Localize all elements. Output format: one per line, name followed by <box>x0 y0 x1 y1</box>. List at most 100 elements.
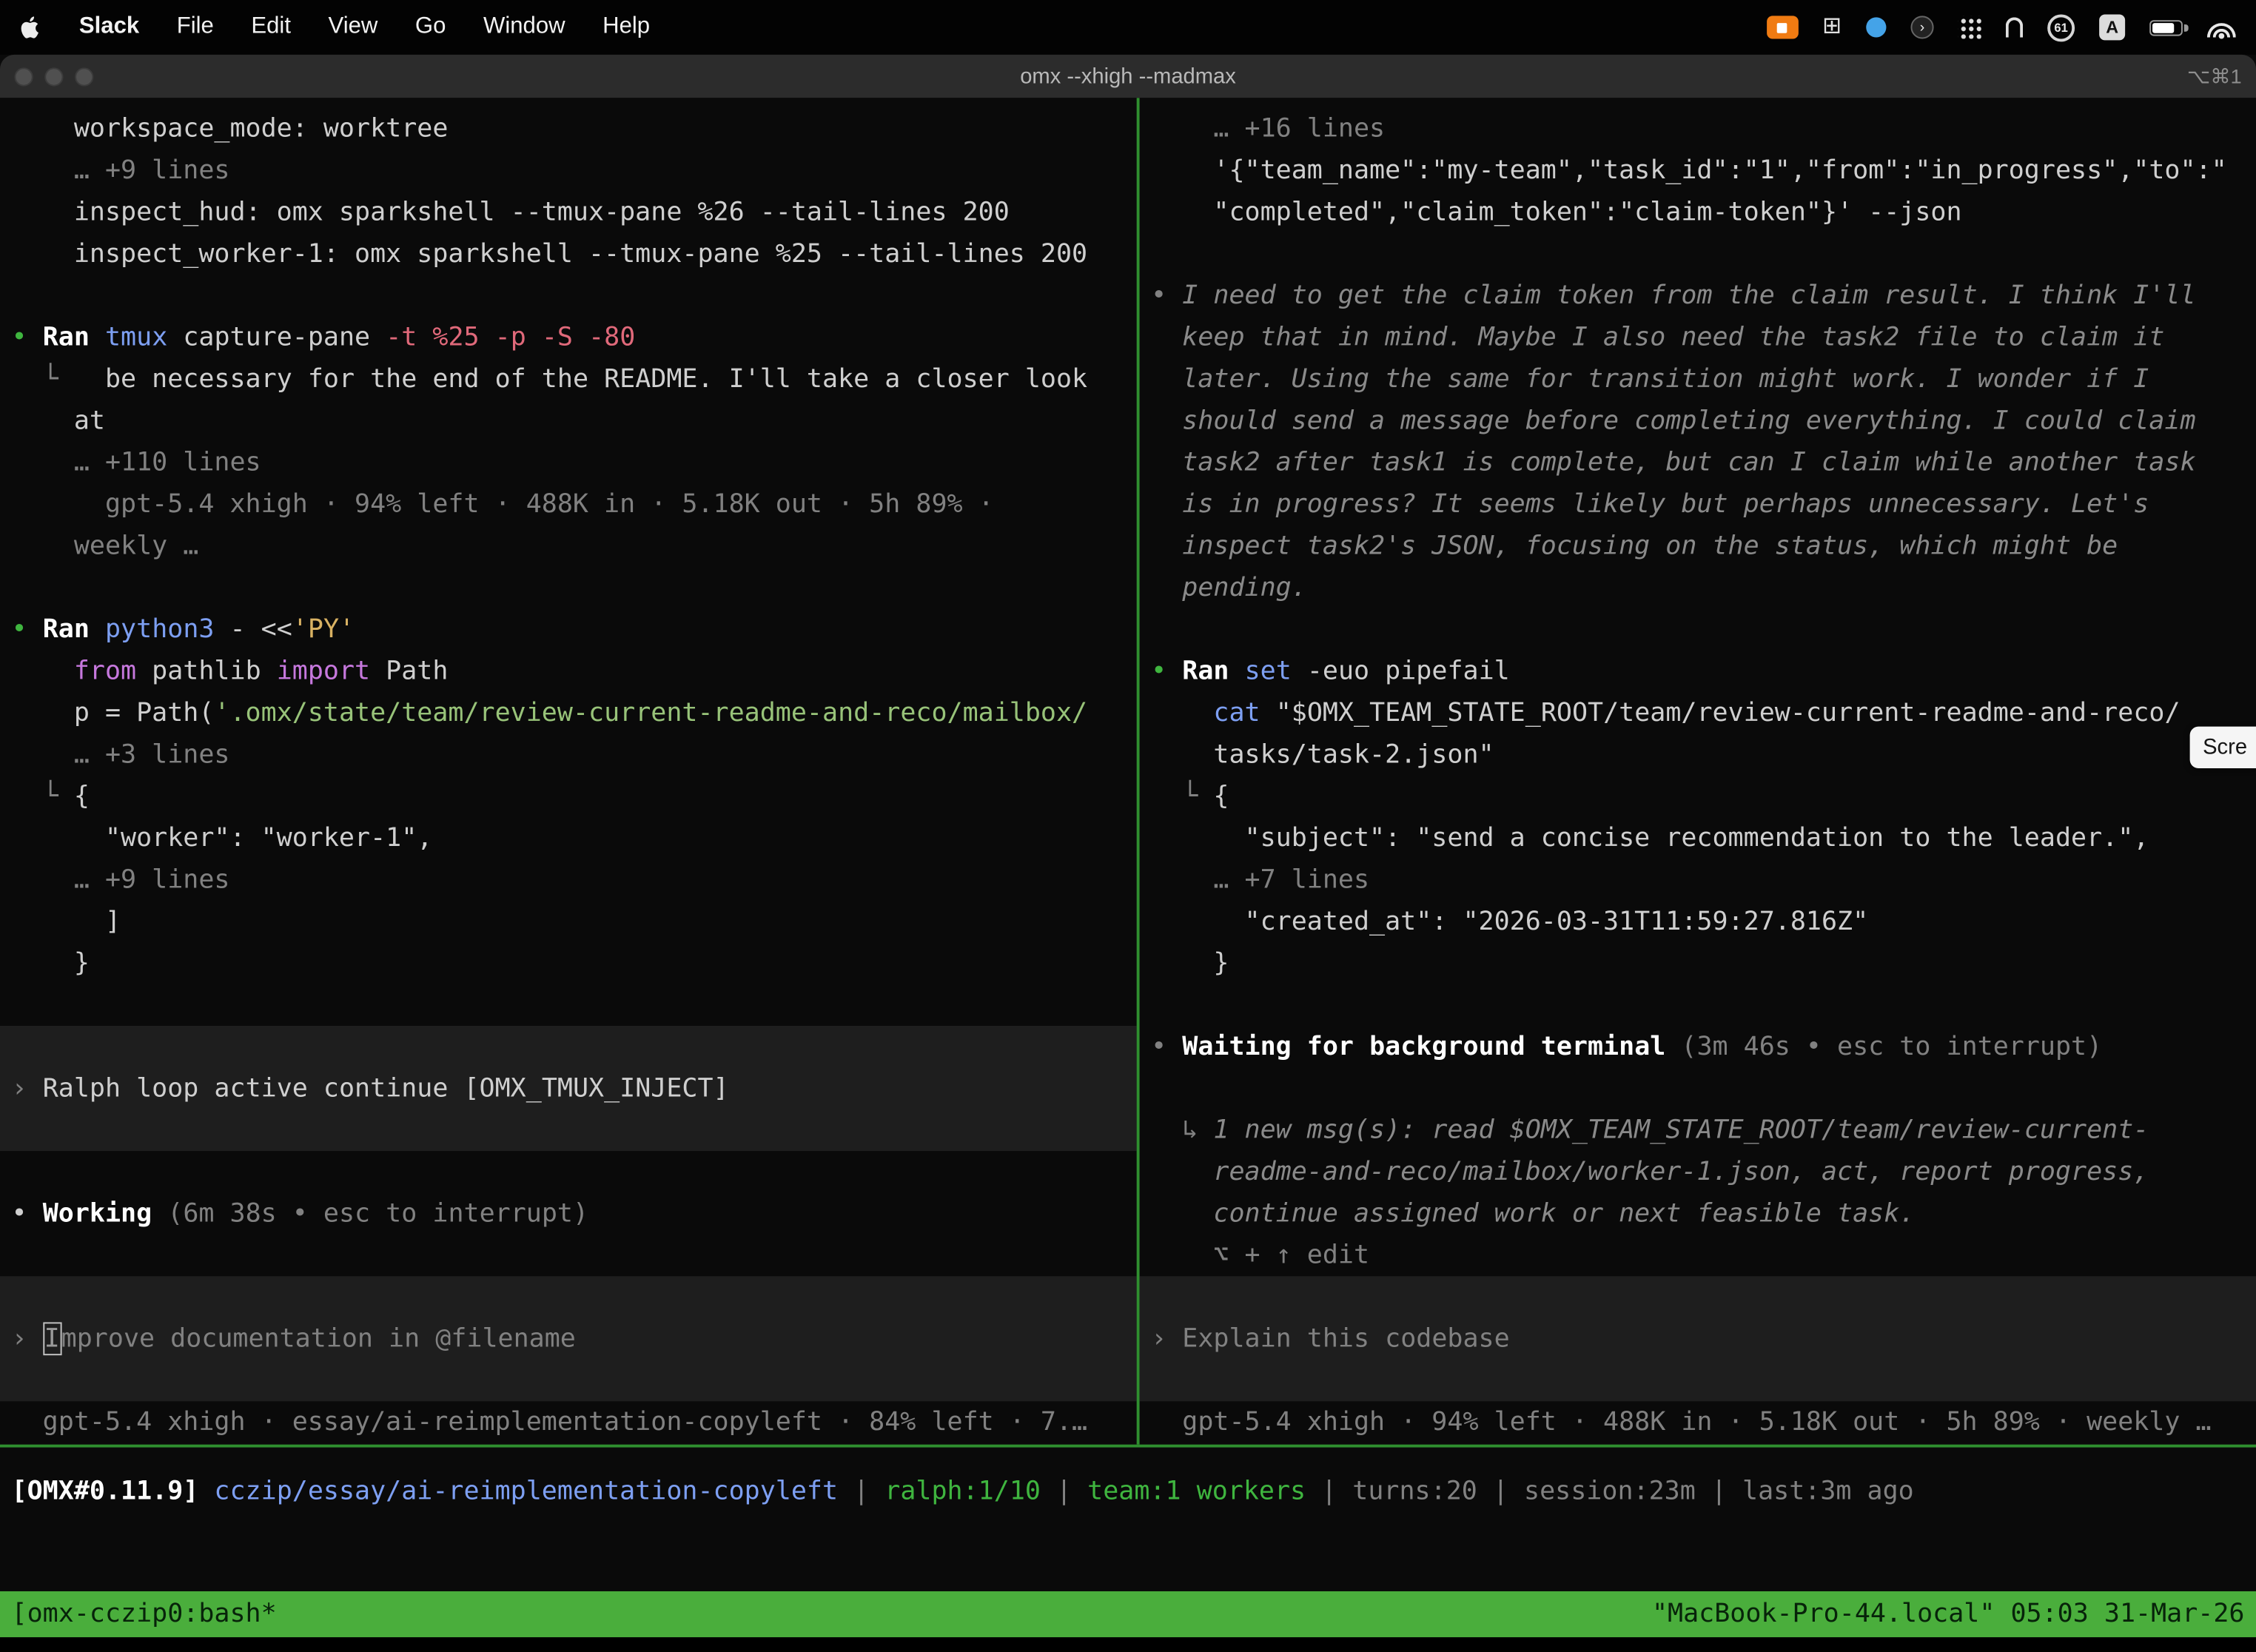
bottom-gap <box>0 1637 2256 1651</box>
blank-line <box>0 567 1137 608</box>
terminal-content: workspace_mode: worktree … +9 lines insp… <box>0 98 2256 1444</box>
terminal-line: … +16 lines <box>1140 108 2256 150</box>
menu-bar-left: Slack File Edit View Go Window Help <box>20 14 650 40</box>
terminal-line: └ { <box>0 776 1137 817</box>
menu-item-help[interactable]: Help <box>602 14 650 40</box>
blank-line <box>1140 1067 2256 1109</box>
tmux-status-bar: [omx-cczip0:bash* "MacBook-Pro-44.local"… <box>0 1591 2256 1637</box>
terminal-line: tasks/task-2.json" <box>1140 733 2256 775</box>
gauge-icon[interactable]: 61 <box>2047 13 2075 41</box>
blank-line <box>0 1235 1137 1276</box>
composer-input[interactable]: › Ralph loop active continue [OMX_TMUX_I… <box>0 1026 1137 1151</box>
tmux-host-and-clock: "MacBook-Pro-44.local" 05:03 31-Mar-26 <box>1652 1591 2245 1637</box>
terminal-line: inspect_worker-1: omx sparkshell --tmux-… <box>0 233 1137 275</box>
window-title: omx --xhigh --madmax <box>0 64 2256 89</box>
close-button[interactable] <box>14 67 33 85</box>
terminal-line: "worker": "worker-1", <box>0 817 1137 859</box>
menu-bar: Slack File Edit View Go Window Help ⊞ › 61 A <box>0 0 2256 55</box>
menu-item-window[interactable]: Window <box>483 14 565 40</box>
zoom-button[interactable] <box>75 67 93 85</box>
composer-input[interactable]: › Explain this codebase <box>1140 1276 2256 1401</box>
apple-icon <box>20 14 41 40</box>
apple-menu[interactable] <box>20 14 41 40</box>
terminal-line: "subject": "send a concise recommendatio… <box>1140 817 2256 859</box>
terminal-line: gpt-5.4 xhigh · essay/ai-reimplementatio… <box>0 1401 1137 1443</box>
ghost-icon[interactable] <box>2006 17 2023 37</box>
terminal-line: … +7 lines <box>1140 859 2256 901</box>
traffic-lights <box>0 67 93 85</box>
blank-line <box>0 984 1137 1026</box>
blank-line <box>0 1151 1137 1192</box>
menu-item-go[interactable]: Go <box>415 14 446 40</box>
terminal-app-icon[interactable]: › <box>1910 16 1933 38</box>
screen-overlay-tooltip: Scre <box>2190 727 2256 768</box>
terminal-line: from pathlib import Path <box>0 651 1137 692</box>
drop-icon[interactable] <box>1866 17 1886 37</box>
blank-line <box>1140 233 2256 275</box>
terminal-line: later. Using the same for transition mig… <box>1140 358 2256 400</box>
terminal-line: ⌥ + ↑ edit <box>1140 1235 2256 1276</box>
terminal-line: should send a message before completing … <box>1140 400 2256 441</box>
menu-item-edit[interactable]: Edit <box>251 14 291 40</box>
menu-items: File Edit View Go Window Help <box>177 14 650 40</box>
bottom-spacer <box>0 1512 2256 1591</box>
dots-grid-icon[interactable] <box>1958 16 1981 38</box>
blank-line <box>1140 608 2256 650</box>
blank-line <box>0 275 1137 316</box>
wifi-icon[interactable] <box>2207 16 2236 38</box>
terminal-line: workspace_mode: worktree <box>0 108 1137 150</box>
terminal-line: is in progress? It seems likely but perh… <box>1140 483 2256 525</box>
battery-icon[interactable] <box>2149 19 2183 35</box>
terminal-line: … +9 lines <box>0 859 1137 901</box>
screen: Slack FileEditViewGoWindowHelp ⊞ › 61 A … <box>0 0 2256 1652</box>
terminal-line: ] <box>0 901 1137 942</box>
terminal-line: } <box>0 942 1137 984</box>
terminal-line: weekly … <box>0 526 1137 567</box>
terminal-line: … +110 lines <box>0 442 1137 483</box>
terminal-line: task2 after task1 is complete, but can I… <box>1140 442 2256 483</box>
terminal-line: gpt-5.4 xhigh · 94% left · 488K in · 5.1… <box>1140 1401 2256 1443</box>
menu-item-view[interactable]: View <box>329 14 378 40</box>
hud-divider <box>0 1445 2256 1448</box>
menu-item-file[interactable]: File <box>177 14 214 40</box>
terminal-line: pending. <box>1140 567 2256 608</box>
terminal-line: … +3 lines <box>0 733 1137 775</box>
terminal-line: p = Path('.omx/state/team/review-current… <box>0 692 1137 733</box>
left-pane[interactable]: workspace_mode: worktree … +9 lines insp… <box>0 98 1137 1444</box>
blank-line <box>1140 984 2256 1026</box>
terminal-line: } <box>1140 942 2256 984</box>
screen-recording-indicator[interactable] <box>1766 16 1798 38</box>
omx-status-line: [OMX#0.11.9] cczip/essay/ai-reimplementa… <box>0 1471 2256 1512</box>
terminal-line: • I need to get the claim token from the… <box>1140 275 2256 316</box>
right-pane[interactable]: … +16 lines '{"team_name":"my-team","tas… <box>1140 98 2256 1444</box>
composer-input[interactable]: › Improve documentation in @filename <box>0 1276 1137 1401</box>
terminal-line: '{"team_name":"my-team","task_id":"1","f… <box>1140 150 2256 191</box>
terminal-line: • Ran tmux capture-pane -t %25 -p -S -80 <box>0 317 1137 358</box>
window-title-bar[interactable]: omx --xhigh --madmax ⌥⌘1 <box>0 55 2256 98</box>
terminal-line: gpt-5.4 xhigh · 94% left · 488K in · 5.1… <box>0 483 1137 525</box>
terminal-line: at <box>0 400 1137 441</box>
terminal-line: keep that in mind. Maybe I also need the… <box>1140 317 2256 358</box>
terminal-line: ↳ 1 new msg(s): read $OMX_TEAM_STATE_ROO… <box>1140 1109 2256 1151</box>
menubar-status-icons: ⊞ › 61 A <box>1766 13 2236 41</box>
minimize-button[interactable] <box>44 67 63 85</box>
gauge-value: 61 <box>2054 20 2067 34</box>
input-source-label: A <box>2106 17 2118 37</box>
terminal-line: inspect task2's JSON, focusing on the st… <box>1140 526 2256 567</box>
terminal-line: • Ran set -euo pipefail <box>1140 651 2256 692</box>
text-cursor: I <box>43 1322 61 1355</box>
grid-icon[interactable]: ⊞ <box>1822 16 1842 38</box>
terminal-line: … +9 lines <box>0 150 1137 191</box>
terminal-line: • Waiting for background terminal (3m 46… <box>1140 1026 2256 1067</box>
terminal-line: • Ran python3 - <<'PY' <box>0 608 1137 650</box>
terminal-line: readme-and-reco/mailbox/worker-1.json, a… <box>1140 1151 2256 1192</box>
terminal-line: └ { <box>1140 776 2256 817</box>
terminal-line: └ be necessary for the end of the README… <box>0 358 1137 400</box>
tmux-session-window[interactable]: [omx-cczip0:bash* <box>12 1591 277 1637</box>
input-source-icon[interactable]: A <box>2099 14 2125 40</box>
terminal-line: "created_at": "2026-03-31T11:59:27.816Z" <box>1140 901 2256 942</box>
terminal-line: inspect_hud: omx sparkshell --tmux-pane … <box>0 192 1137 233</box>
active-app-name[interactable]: Slack <box>79 14 139 40</box>
terminal-line: cat "$OMX_TEAM_STATE_ROOT/team/review-cu… <box>1140 692 2256 733</box>
window-shortcut-hint: ⌥⌘1 <box>2187 64 2242 89</box>
